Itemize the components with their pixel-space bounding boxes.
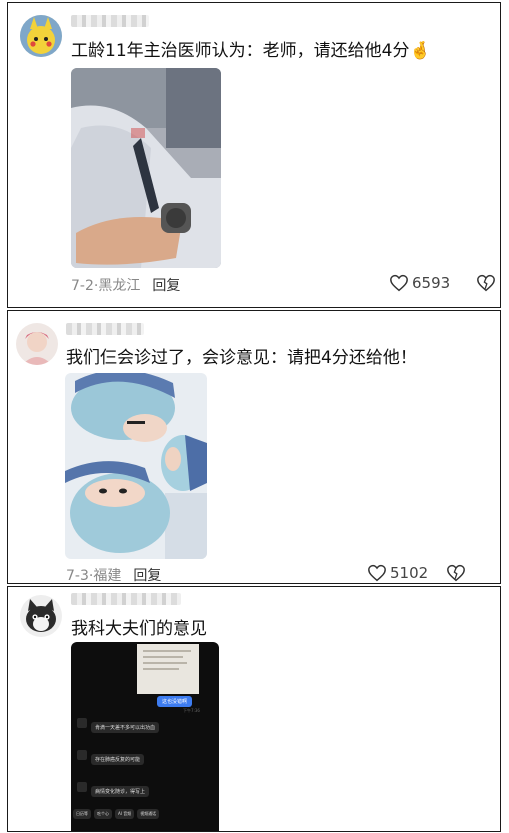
chat-timestamp: 下午7:36 <box>183 708 200 713</box>
comment-card: 我们仨会诊过了，会诊意见：请把4分还给他！ 7-3·福建 回复 5102 <box>7 310 501 584</box>
reply-button[interactable]: 回复 <box>133 568 161 583</box>
comment-photo[interactable] <box>71 68 221 268</box>
chat-bubble-received: 病情变化随诊，得写上 <box>91 786 150 797</box>
chat-bubble-received: 肯滴一天差不多可以出功血 <box>91 722 160 733</box>
chat-avatar <box>77 750 87 760</box>
username[interactable] <box>71 15 149 27</box>
comment-text: 我科大夫们的意见 <box>71 619 207 639</box>
comment-meta: 7-2·黑龙江 回复 <box>71 278 181 294</box>
chat-tab[interactable]: AI 音频 <box>115 809 135 819</box>
comment-meta: 7-3·福建 回复 <box>66 568 162 584</box>
comment-photo[interactable] <box>65 373 207 559</box>
comment-date: 7-2 <box>71 278 94 294</box>
comment-text: 工龄11年主治医师认为：老师，请还给他4分🤞 <box>71 41 431 61</box>
chat-bottom-bar: 日历等 吃个心 AI 音频 视频通话 <box>73 809 217 819</box>
broken-heart-icon <box>477 274 495 292</box>
chat-avatar <box>77 782 87 792</box>
like-button[interactable]: 5102 <box>367 564 428 582</box>
comment-text: 我们仨会诊过了，会诊意见：请把4分还给他！ <box>66 348 417 368</box>
username[interactable] <box>66 323 144 335</box>
heart-icon <box>368 564 386 582</box>
comment-date: 7-3 <box>66 568 89 584</box>
reply-button[interactable]: 回复 <box>152 278 180 294</box>
like-button[interactable]: 6593 <box>389 274 450 292</box>
document-image <box>137 644 199 694</box>
comment-location: 黑龙江 <box>98 278 141 294</box>
heart-icon <box>390 274 408 292</box>
yellow-cartoon-avatar-icon[interactable] <box>20 15 62 57</box>
comment-card: 我科大夫们的意见 这也没错啊 下午7:36 肯滴一天差不多可以出功血 存在肺癌反… <box>7 586 501 832</box>
dislike-button[interactable] <box>476 274 496 296</box>
chat-tab[interactable]: 吃个心 <box>94 809 112 819</box>
black-white-cat-avatar-icon[interactable] <box>20 595 62 637</box>
chat-bubble-sent: 这也没错啊 <box>157 696 193 707</box>
chat-tab[interactable]: 视频通话 <box>137 809 160 819</box>
comment-location: 福建 <box>93 568 122 584</box>
chat-screenshot-photo[interactable]: 这也没错啊 下午7:36 肯滴一天差不多可以出功血 存在肺癌反复的可能 病情变化… <box>71 642 219 831</box>
chat-bubble-received: 存在肺癌反复的可能 <box>91 754 145 765</box>
like-count: 5102 <box>390 564 429 582</box>
like-count: 6593 <box>412 274 451 292</box>
comment-card: 工龄11年主治医师认为：老师，请还给他4分🤞 7-2·黑龙江 回复 6593 <box>7 2 501 308</box>
username[interactable] <box>71 593 181 605</box>
dislike-button[interactable] <box>446 564 466 583</box>
person-avatar-icon[interactable] <box>16 323 58 365</box>
broken-heart-icon <box>447 564 465 582</box>
chat-avatar <box>77 718 87 728</box>
chat-tab[interactable]: 日历等 <box>73 809 91 819</box>
